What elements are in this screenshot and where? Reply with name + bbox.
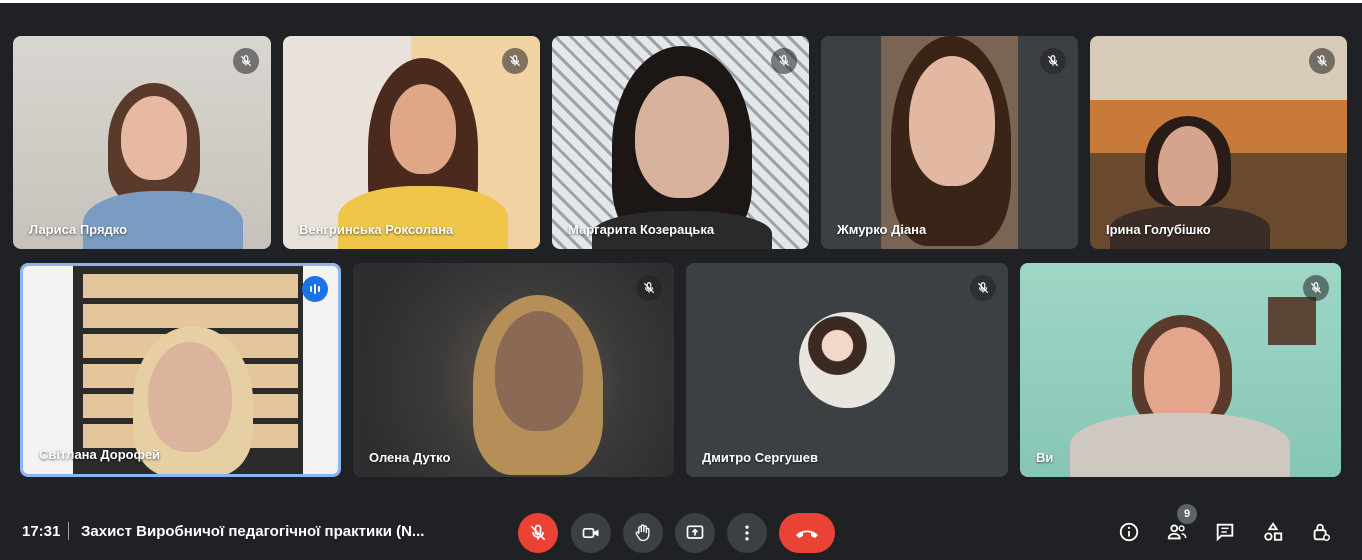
- mic-off-icon: [502, 48, 528, 74]
- mic-toggle-button[interactable]: [518, 513, 558, 553]
- raise-hand-icon: [635, 524, 650, 542]
- participant-tile-5[interactable]: Ірина Голубішко: [1090, 36, 1347, 249]
- participant-tile-9[interactable]: Ви: [1020, 263, 1341, 477]
- mic-off-icon: [1309, 48, 1335, 74]
- participant-name: Лариса Прядко: [29, 222, 128, 237]
- person-body: [1070, 413, 1290, 477]
- mic-off-icon: [233, 48, 259, 74]
- person-face: [495, 311, 583, 431]
- mic-off-icon: [970, 275, 996, 301]
- more-options-button[interactable]: [727, 513, 767, 553]
- divider: [68, 522, 69, 540]
- participant-tile-1[interactable]: Лариса Прядко: [13, 36, 271, 249]
- person-face: [148, 342, 232, 452]
- present-screen-button[interactable]: [675, 513, 715, 553]
- camera-icon: [582, 528, 599, 538]
- person-face: [1158, 126, 1218, 208]
- participant-name: Жмурко Діана: [837, 222, 927, 237]
- host-controls-button[interactable]: [1308, 519, 1334, 545]
- meeting-time: 17:31: [22, 523, 61, 540]
- info-icon: [1119, 522, 1139, 542]
- participant-name: Олена Дутко: [369, 450, 451, 465]
- participant-tile-8[interactable]: Дмитро Сергушев: [686, 263, 1008, 477]
- participant-tile-3[interactable]: Маргарита Козерацька: [552, 36, 809, 249]
- participant-tile-7[interactable]: Олена Дутко: [353, 263, 674, 477]
- participant-name: Ірина Голубішко: [1106, 222, 1211, 237]
- activities-icon: [1264, 522, 1283, 541]
- camera-toggle-button[interactable]: [571, 513, 611, 553]
- meeting-details-button[interactable]: [1116, 519, 1142, 545]
- end-call-button[interactable]: [779, 513, 835, 553]
- person-body: [338, 186, 508, 249]
- meeting-title: Захист Виробничої педагогічної практики …: [81, 523, 425, 540]
- control-bar: 17:31 Захист Виробничої педагогічної пра…: [0, 500, 1362, 560]
- participant-tile-6[interactable]: Світлана Дорофей: [20, 263, 341, 477]
- end-call-icon: [796, 530, 818, 538]
- mic-off-icon: [1303, 275, 1329, 301]
- mic-off-icon: [1040, 48, 1066, 74]
- raise-hand-button[interactable]: [623, 513, 663, 553]
- person-face: [909, 56, 995, 186]
- participant-name: Ви: [1036, 450, 1054, 465]
- person-body: [83, 191, 243, 249]
- participant-name: Маргарита Козерацька: [568, 222, 715, 237]
- person-face: [390, 84, 456, 174]
- top-edge: [0, 0, 1362, 3]
- participant-tile-2[interactable]: Венгринська Роксолана: [283, 36, 540, 249]
- chat-button[interactable]: [1212, 519, 1238, 545]
- person-face: [121, 96, 187, 180]
- participant-tile-4[interactable]: Жмурко Діана: [821, 36, 1078, 249]
- chat-icon: [1216, 523, 1234, 542]
- mic-off-icon: [530, 524, 546, 541]
- people-icon: [1167, 524, 1187, 540]
- participant-name: Дмитро Сергушев: [702, 450, 818, 465]
- person-face: [635, 76, 729, 198]
- participant-name: Світлана Дорофей: [39, 447, 161, 462]
- activities-button[interactable]: [1260, 519, 1286, 545]
- participant-name: Венгринська Роксолана: [299, 222, 454, 237]
- more-options-icon: [745, 525, 749, 541]
- present-screen-icon: [686, 525, 704, 539]
- mic-off-icon: [636, 275, 662, 301]
- people-count-badge: 9: [1177, 504, 1197, 524]
- wall-picture: [1268, 297, 1316, 345]
- speaking-indicator-icon: [302, 276, 328, 302]
- host-controls-icon: [1313, 523, 1330, 541]
- person-face: [1144, 327, 1220, 427]
- mic-off-icon: [771, 48, 797, 74]
- avatar: [799, 312, 895, 408]
